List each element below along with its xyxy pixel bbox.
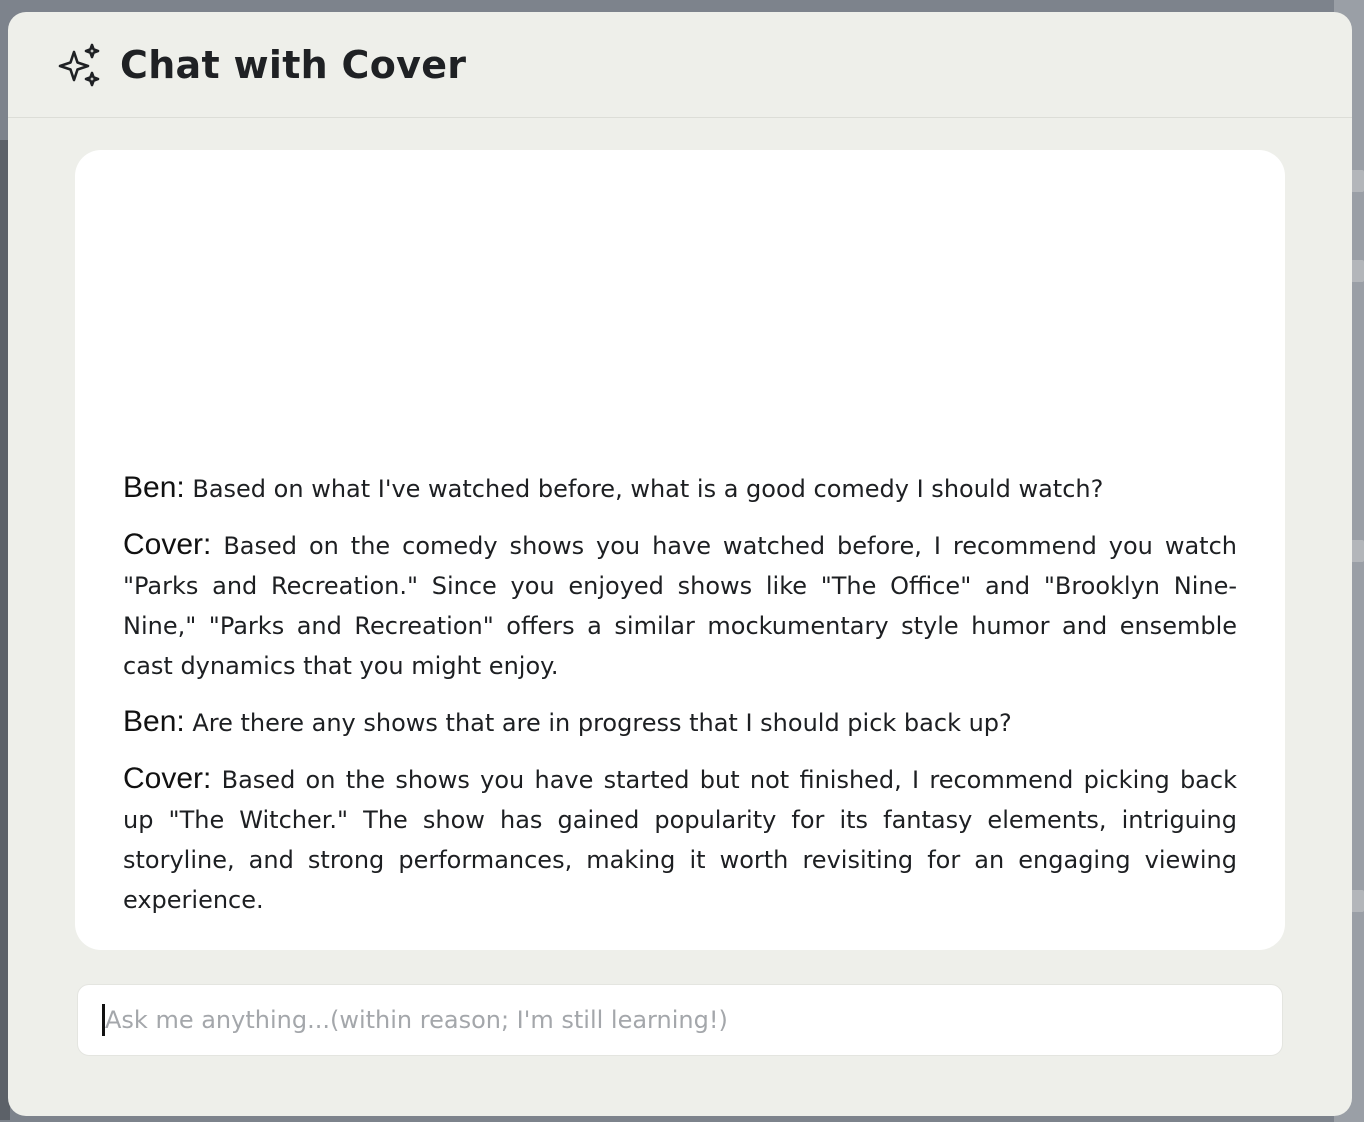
background-text-fragment [1350, 260, 1364, 282]
chat-message: Cover: Based on the comedy shows you hav… [123, 525, 1237, 686]
message-text: Based on the shows you have started but … [123, 766, 1237, 914]
chat-message: Cover: Based on the shows you have start… [123, 759, 1237, 920]
chat-input[interactable] [105, 1000, 1255, 1040]
background-text-fragment [1350, 170, 1364, 192]
modal-title: Chat with Cover [120, 42, 467, 87]
chat-modal: Chat with Cover Ben: Based on what I've … [8, 12, 1352, 1116]
chat-history-panel[interactable]: Ben: Based on what I've watched before, … [75, 150, 1285, 950]
sparkle-icon [58, 43, 102, 87]
message-speaker: Cover: [123, 528, 212, 561]
background-text-fragment [1350, 890, 1364, 912]
message-text: Based on the comedy shows you have watch… [123, 532, 1238, 680]
background-text-fragment [1350, 540, 1364, 562]
message-speaker: Ben: [123, 705, 185, 738]
chat-message: Ben: Are there any shows that are in pro… [123, 702, 1237, 743]
message-text: Are there any shows that are in progress… [192, 709, 1012, 737]
message-speaker: Ben: [123, 471, 185, 504]
modal-header: Chat with Cover [8, 12, 1352, 118]
message-text: Based on what I've watched before, what … [192, 475, 1104, 503]
chat-message: Ben: Based on what I've watched before, … [123, 468, 1237, 509]
chat-input-container[interactable] [77, 984, 1283, 1056]
message-speaker: Cover: [123, 762, 212, 795]
